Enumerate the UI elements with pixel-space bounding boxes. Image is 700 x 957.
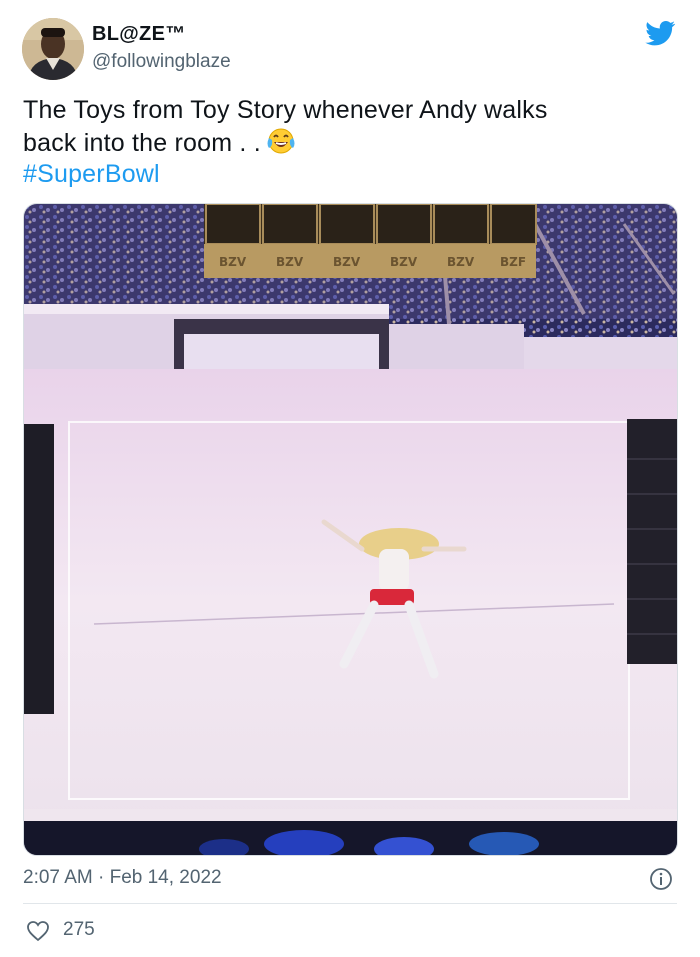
tweet-photo[interactable]: BZV BZV BZV BZV BZV BZF <box>23 203 678 856</box>
display-name[interactable]: BL@ZE™ <box>92 23 186 46</box>
heart-icon[interactable] <box>26 920 50 942</box>
tweet-text: The Toys from Toy Story whenever Andy wa… <box>23 95 663 190</box>
twitter-bird-icon[interactable] <box>644 18 677 48</box>
hashtag-link[interactable]: #SuperBowl <box>23 159 663 190</box>
avatar-image <box>22 18 84 80</box>
tweet-text-line-2-text: back into the room . . <box>23 129 261 157</box>
info-icon[interactable] <box>649 867 673 891</box>
tweet-card: BL@ZE™ @followingblaze The Toys from Toy… <box>0 0 700 957</box>
photo-image: BZV BZV BZV BZV BZV BZF <box>24 204 677 855</box>
avatar[interactable] <box>22 18 84 80</box>
user-handle[interactable]: @followingblaze <box>92 51 231 73</box>
like-count: 275 <box>63 919 95 940</box>
box-label-5: BZV <box>447 255 475 269</box>
box-label-6: BZF <box>500 255 526 269</box>
box-label-4: BZV <box>390 255 418 269</box>
cardboard-boxes: BZV BZV BZV BZV BZV BZF <box>204 204 537 278</box>
box-label-3: BZV <box>333 255 361 269</box>
face-with-tears-of-joy-icon <box>267 128 295 154</box>
tweet-text-line-1: The Toys from Toy Story whenever Andy wa… <box>23 96 548 124</box>
timestamp[interactable]: 2:07 AM · Feb 14, 2022 <box>23 867 222 889</box>
divider <box>23 903 677 904</box>
box-label-1: BZV <box>219 255 247 269</box>
tweet-text-line-2: back into the room . . <box>23 126 663 159</box>
box-label-2: BZV <box>276 255 304 269</box>
